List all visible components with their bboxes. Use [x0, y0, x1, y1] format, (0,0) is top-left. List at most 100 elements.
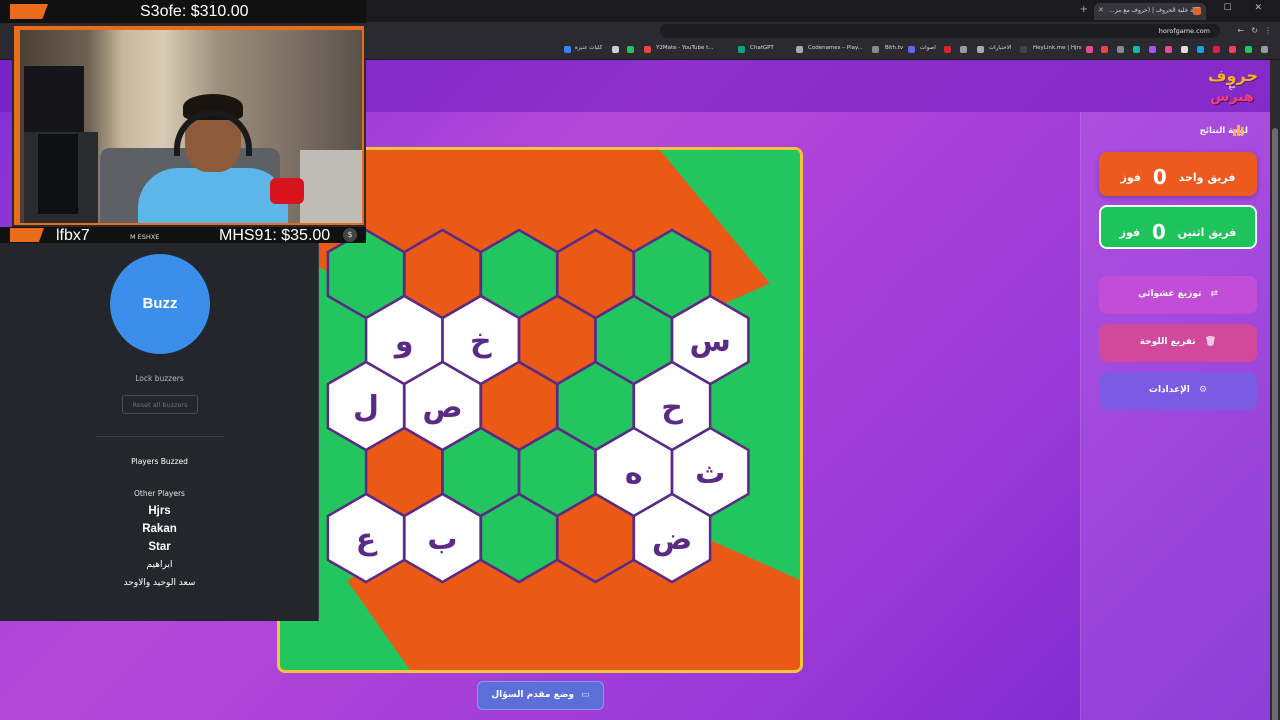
- menu-icon[interactable]: ⋮: [1264, 26, 1272, 35]
- bookmark-item[interactable]: كليات عنيزة: [575, 45, 602, 51]
- hex-letter: س: [690, 324, 731, 359]
- shuffle-label: توزيع عشوائي: [1137, 289, 1202, 299]
- player-name: ابراهيم: [146, 560, 173, 570]
- reset-buzzers-button[interactable]: Reset all buzzers: [122, 395, 198, 414]
- team-two-score: 0: [1151, 220, 1166, 244]
- clear-board-button[interactable]: تفريغ اللوحة 🗑: [1099, 324, 1257, 362]
- bookmark-icon: [1181, 46, 1188, 53]
- hex-letter: و: [393, 324, 414, 359]
- buzzer-panel: Buzz Lock buzzers Reset all buzzers Play…: [0, 243, 319, 621]
- divider: [96, 436, 224, 437]
- bookmark-icon: [1149, 46, 1156, 53]
- bookmark-item[interactable]: Y2Mate - YouTube t...: [656, 45, 714, 51]
- microphone-icon: [270, 178, 304, 204]
- bookmark-icon: [644, 46, 651, 53]
- bookmark-icon: [1261, 46, 1268, 53]
- bookmark-item[interactable]: الاختبارات: [989, 45, 1011, 51]
- page-scrollbar[interactable]: [1270, 60, 1280, 720]
- tv-image: [24, 66, 84, 132]
- bookmark-icon: [1020, 46, 1027, 53]
- webcam-frame: [12, 24, 366, 227]
- presenter-mode-label: وضع مقدم السؤال: [491, 690, 575, 700]
- new-tab-icon[interactable]: +: [1080, 4, 1088, 15]
- bookmark-item[interactable]: اصوات: [920, 45, 936, 51]
- bookmark-icon: [1101, 46, 1108, 53]
- scrollbar-thumb[interactable]: [1272, 128, 1278, 720]
- gear-icon: ⚙: [1199, 385, 1208, 395]
- lock-buzzers-toggle[interactable]: Lock buzzers: [0, 374, 319, 383]
- url-field[interactable]: horofgame.com: [660, 24, 1220, 38]
- hex-letter: ث: [695, 456, 725, 491]
- buzz-button[interactable]: Buzz: [110, 254, 210, 354]
- bookmark-icon: [1213, 46, 1220, 53]
- bookmark-icon: [1086, 46, 1093, 53]
- team-two-name: فريق اثنين: [1177, 226, 1237, 239]
- donation-alert-bottom: lfbx7 M ESHXE MHS91: $35.00 $: [0, 227, 366, 244]
- donation-alert-top: S3ofe: $310.00: [0, 0, 366, 23]
- team-two-card[interactable]: فريق اثنين 0 فوز: [1099, 205, 1257, 249]
- bookmark-icon: [872, 46, 879, 53]
- settings-button[interactable]: الإعدادات ⚙: [1099, 372, 1257, 410]
- alert-badge-icon: [10, 4, 48, 19]
- score-panel: لوحة النتائج فريق واحد 0 فوز فريق اثنين …: [1080, 112, 1270, 720]
- shuffle-icon: ⇄: [1210, 289, 1219, 299]
- player-name: سعد الوحيد والاوحد: [123, 578, 196, 588]
- hex-letter: ب: [427, 522, 457, 557]
- bookmark-icon: [612, 46, 619, 53]
- bookmark-item[interactable]: ChatGPT: [750, 45, 774, 51]
- settings-label: الإعدادات: [1148, 385, 1190, 395]
- pc-case-image: [38, 134, 78, 214]
- monitor-icon: ▭: [581, 690, 590, 700]
- player-name: Star: [148, 541, 171, 553]
- donation-text-top: S3ofe: $310.00: [140, 3, 249, 20]
- player-name: Hjrs: [148, 505, 171, 517]
- hex-letter: ص: [422, 390, 462, 425]
- logo-line3: هبرس: [1210, 89, 1254, 105]
- bookmark-icon: [944, 46, 951, 53]
- url-text: horofgame.com: [1158, 27, 1210, 35]
- reload-icon[interactable]: ↻: [1251, 26, 1258, 35]
- hex-letter: ض: [652, 522, 692, 557]
- team-one-card[interactable]: فريق واحد 0 فوز: [1099, 152, 1257, 196]
- back-icon[interactable]: ←: [1237, 26, 1244, 35]
- bookmark-icon: [627, 46, 634, 53]
- bookmark-icon: [1133, 46, 1140, 53]
- presenter-mode-button[interactable]: وضع مقدم السؤال ▭: [477, 681, 604, 710]
- trophy-icon: [1233, 125, 1244, 136]
- close-icon[interactable]: ✕: [1098, 6, 1104, 14]
- browser-tab[interactable]: لعبة خلية الحروف | (حروف مع مز... ✕: [1094, 3, 1206, 20]
- team-one-unit: فوز: [1120, 171, 1141, 184]
- bookmark-item[interactable]: Codenames – Play...: [808, 45, 863, 51]
- shuffle-button[interactable]: توزيع عشوائي ⇄: [1099, 276, 1257, 314]
- team-one-score: 0: [1152, 165, 1167, 189]
- hex-letter: ه: [625, 456, 643, 491]
- alert-badge-icon: [10, 228, 44, 242]
- bookmark-item[interactable]: HeyLink.me | Hjrs: [1033, 45, 1082, 51]
- bookmark-item[interactable]: Bith.tv: [885, 45, 903, 51]
- clear-board-label: تفريغ اللوحة: [1139, 337, 1196, 347]
- bookmark-icon: [1197, 46, 1204, 53]
- hex-letter: ل: [353, 390, 379, 425]
- bookmark-icon: [1117, 46, 1124, 53]
- hex-letter: ح: [661, 390, 683, 425]
- tab-title: لعبة خلية الحروف | (حروف مع مز...: [1109, 7, 1200, 14]
- players-buzzed-title: Players Buzzed: [131, 457, 188, 466]
- webcam-feed: [20, 30, 362, 223]
- channel-label: M ESHXE: [130, 233, 160, 241]
- bookmark-icon: [908, 46, 915, 53]
- dollar-icon: $: [343, 228, 357, 242]
- team-two-unit: فوز: [1119, 226, 1141, 239]
- bookmark-icon: [977, 46, 984, 53]
- window-controls-icon[interactable]: — ☐ ✕: [1192, 3, 1272, 13]
- other-players-title: Other Players: [134, 489, 185, 498]
- bookmark-icon: [796, 46, 803, 53]
- trash-icon: 🗑: [1204, 337, 1217, 347]
- bookmark-icon: [1245, 46, 1252, 53]
- other-players-list: Hjrs Rakan Star ابراهيم سعد الوحيد والاو…: [0, 502, 319, 592]
- bookmark-icon: [1165, 46, 1172, 53]
- chatgpt-icon: [738, 46, 745, 53]
- player-name: Rakan: [142, 523, 177, 535]
- site-logo[interactable]: حروف مع هبرس: [1208, 68, 1258, 110]
- desk-image: [300, 150, 362, 223]
- hex-letter: ع: [356, 522, 378, 557]
